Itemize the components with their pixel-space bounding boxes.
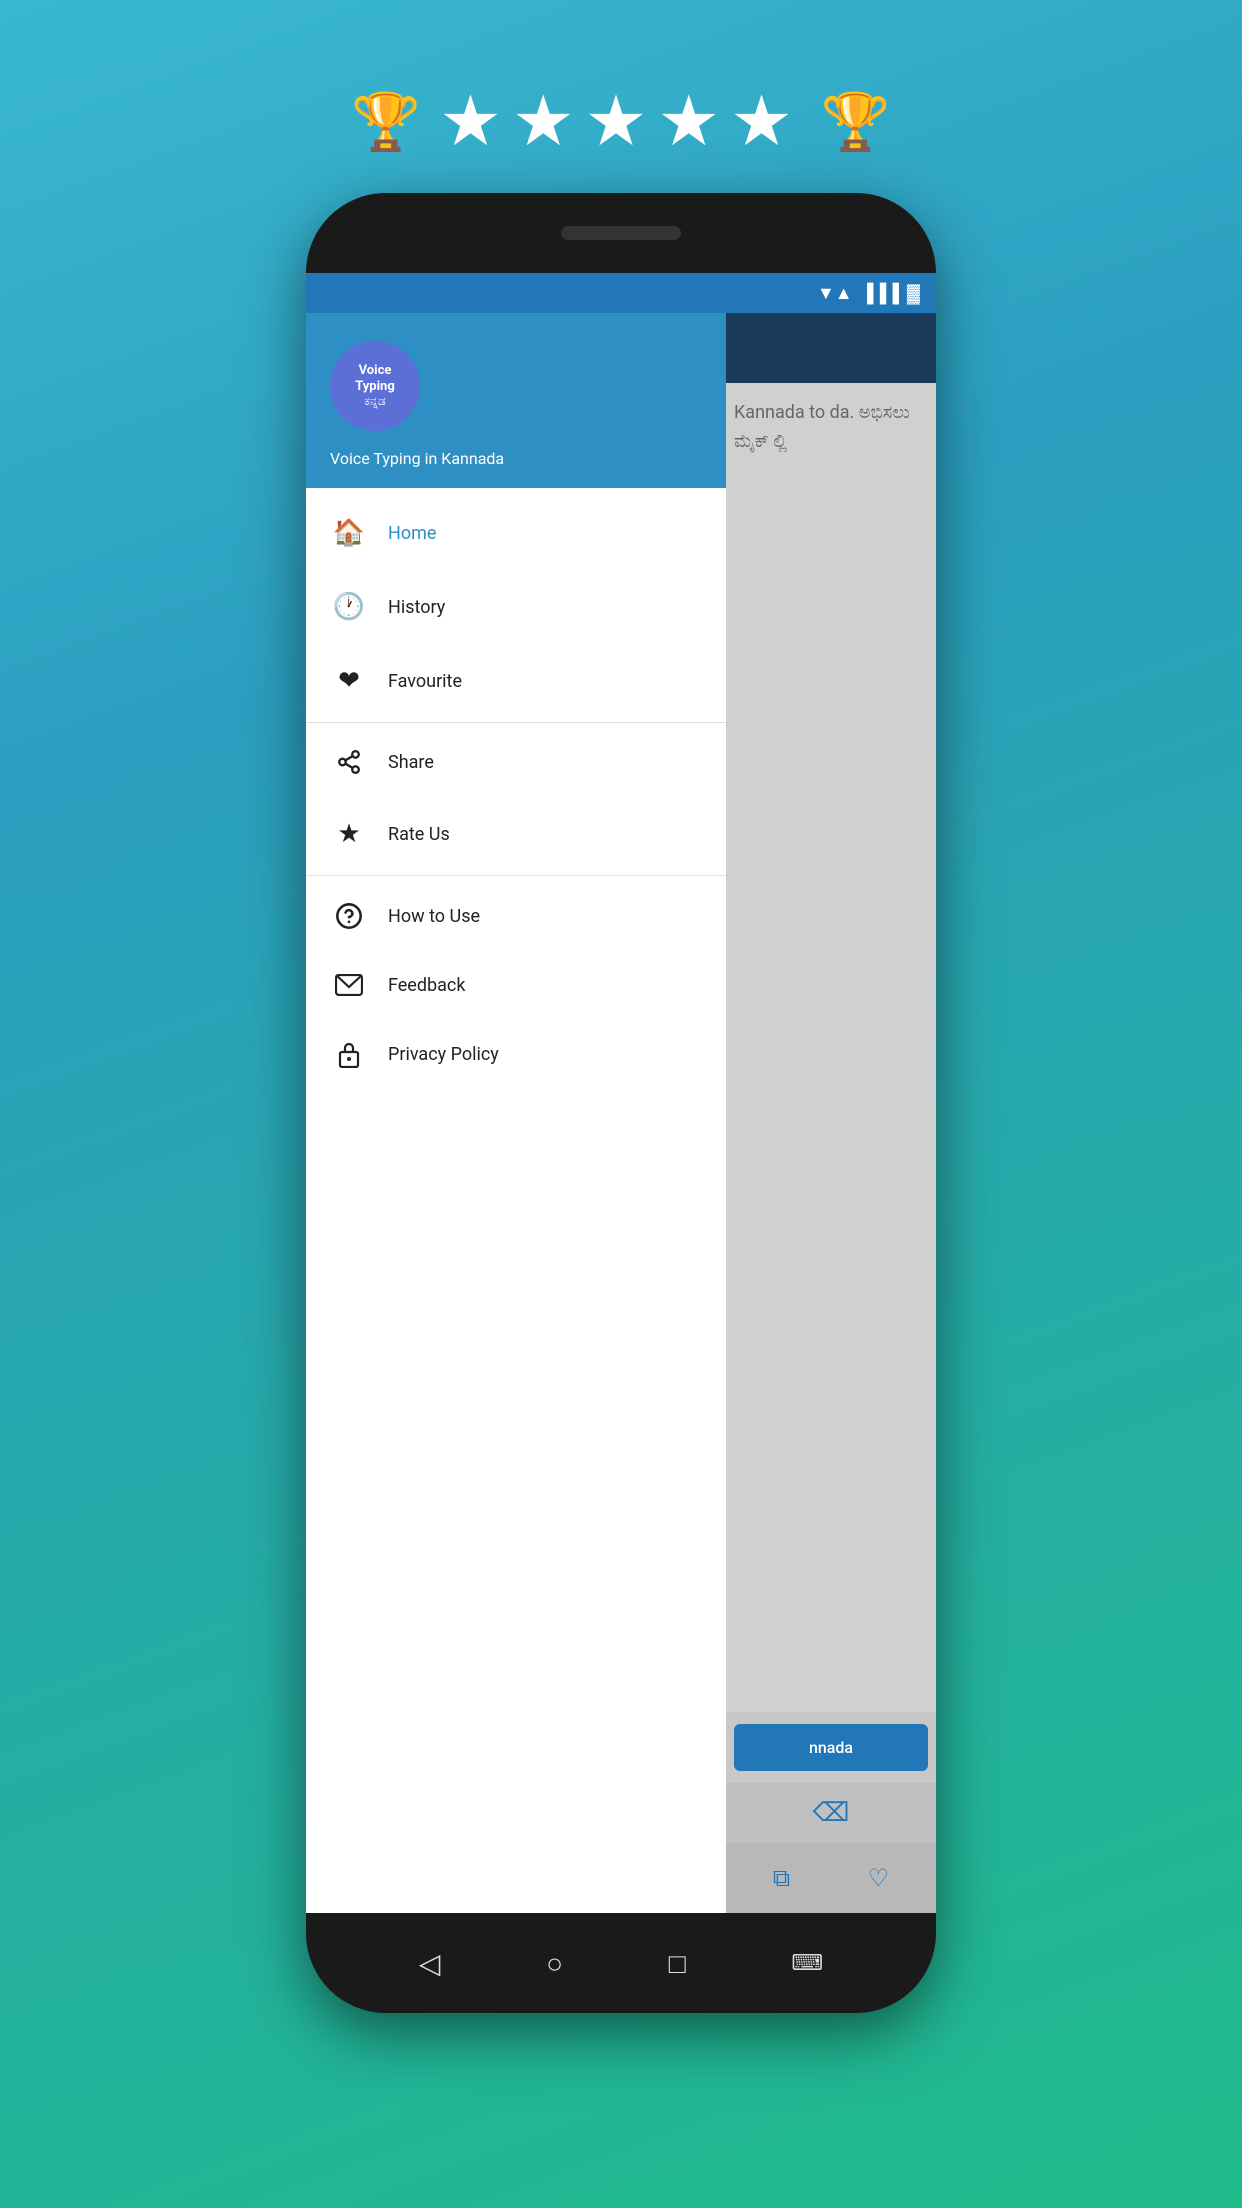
menu-item-favourite[interactable]: ❤ Favourite (306, 644, 726, 718)
history-icon: 🕐 (330, 592, 368, 622)
wifi-icon: ▼▲ (817, 283, 853, 304)
battery-icon: ▓ (907, 283, 920, 304)
share-icon (330, 749, 368, 775)
right-content-area: Kannada to da. ಅಭಿಸಲು ಮೈಕ್ ಲ್ಲಿ nnada ⌫ … (726, 313, 936, 1913)
signal-icon: ▐▐▐ (861, 283, 899, 304)
trophy-left-icon: 🏆 (351, 89, 421, 155)
favourite-icon: ❤ (330, 666, 368, 696)
menu-item-home[interactable]: 🏠 Home (306, 496, 726, 570)
menu-label-feedback: Feedback (388, 975, 465, 996)
phone-bottom-bezel: ◁ ○ □ ⌨ (306, 1913, 936, 2013)
menu-label-share: Share (388, 752, 434, 773)
privacy-policy-icon (330, 1040, 368, 1068)
menu-label-history: History (388, 597, 445, 618)
divider-1 (306, 722, 726, 723)
logo-text-typing: Typing (355, 379, 395, 395)
drawer-header: Voice Typing ಕನ್ನಡ Voice Typing in Kanna… (306, 313, 726, 488)
menu-item-history[interactable]: 🕐 History (306, 570, 726, 644)
divider-2 (306, 875, 726, 876)
delete-icon[interactable]: ⌫ (813, 1798, 850, 1828)
menu-label-rate-us: Rate Us (388, 824, 450, 845)
action-row: ⧉ ♡ (726, 1843, 936, 1913)
menu-item-how-to-use[interactable]: How to Use (306, 880, 726, 952)
transcription-text: Kannada to da. ಅಭಿಸಲು ಮೈಕ್ ಲ್ಲಿ (734, 399, 928, 457)
logo-text-main: Voice (359, 363, 392, 379)
recent-apps-button[interactable]: □ (669, 1947, 686, 1980)
menu-label-how-to-use: How to Use (388, 906, 480, 927)
menu-label-home: Home (388, 523, 436, 544)
speak-button[interactable]: nnada (734, 1724, 928, 1771)
app-toolbar (726, 313, 936, 383)
drawer-menu: 🏠 Home 🕐 History ❤ Favourite (306, 488, 726, 1913)
main-text-area: Kannada to da. ಅಭಿಸಲು ಮೈಕ್ ಲ್ಲಿ (726, 383, 936, 1712)
menu-label-privacy-policy: Privacy Policy (388, 1044, 499, 1065)
app-title: Voice Typing in Kannada (330, 449, 504, 468)
back-button[interactable]: ◁ (419, 1947, 441, 1980)
keyboard-button[interactable]: ⌨ (791, 1951, 823, 1976)
feedback-icon (330, 974, 368, 996)
menu-item-feedback[interactable]: Feedback (306, 952, 726, 1018)
phone-screen: ▼▲ ▐▐▐ ▓ Kannada to da. ಅಭಿಸಲು ಮೈಕ್ ಲ್ಲಿ… (306, 273, 936, 1913)
menu-item-rate-us[interactable]: ★ Rate Us (306, 797, 726, 871)
trophy-right-icon: 🏆 (821, 89, 891, 155)
screen-content: Kannada to da. ಅಭಿಸಲು ಮೈಕ್ ಲ್ಲಿ nnada ⌫ … (306, 313, 936, 1913)
home-icon: 🏠 (330, 518, 368, 548)
rating-bar: 🏆 ★★★★★ 🏆 (351, 80, 890, 163)
stars-display: ★★★★★ (439, 80, 803, 163)
phone-top-bezel (306, 193, 936, 273)
keyboard-row: ⌫ (726, 1783, 936, 1843)
menu-item-share[interactable]: Share (306, 727, 726, 797)
heart-icon[interactable]: ♡ (868, 1864, 890, 1892)
copy-icon[interactable]: ⧉ (773, 1864, 790, 1892)
how-to-use-icon (330, 902, 368, 930)
menu-item-privacy-policy[interactable]: Privacy Policy (306, 1018, 726, 1090)
app-logo: Voice Typing ಕನ್ನಡ (330, 341, 420, 431)
phone-frame: ▼▲ ▐▐▐ ▓ Kannada to da. ಅಭಿಸಲು ಮೈಕ್ ಲ್ಲಿ… (306, 193, 936, 2013)
navigation-drawer: Voice Typing ಕನ್ನಡ Voice Typing in Kanna… (306, 313, 726, 1913)
status-bar: ▼▲ ▐▐▐ ▓ (306, 273, 936, 313)
rate-us-icon: ★ (330, 819, 368, 849)
menu-label-favourite: Favourite (388, 671, 462, 692)
button-area: nnada (726, 1712, 936, 1783)
phone-speaker (561, 226, 681, 240)
logo-text-kannada: ಕನ್ನಡ (364, 394, 385, 408)
home-button[interactable]: ○ (546, 1947, 563, 1980)
